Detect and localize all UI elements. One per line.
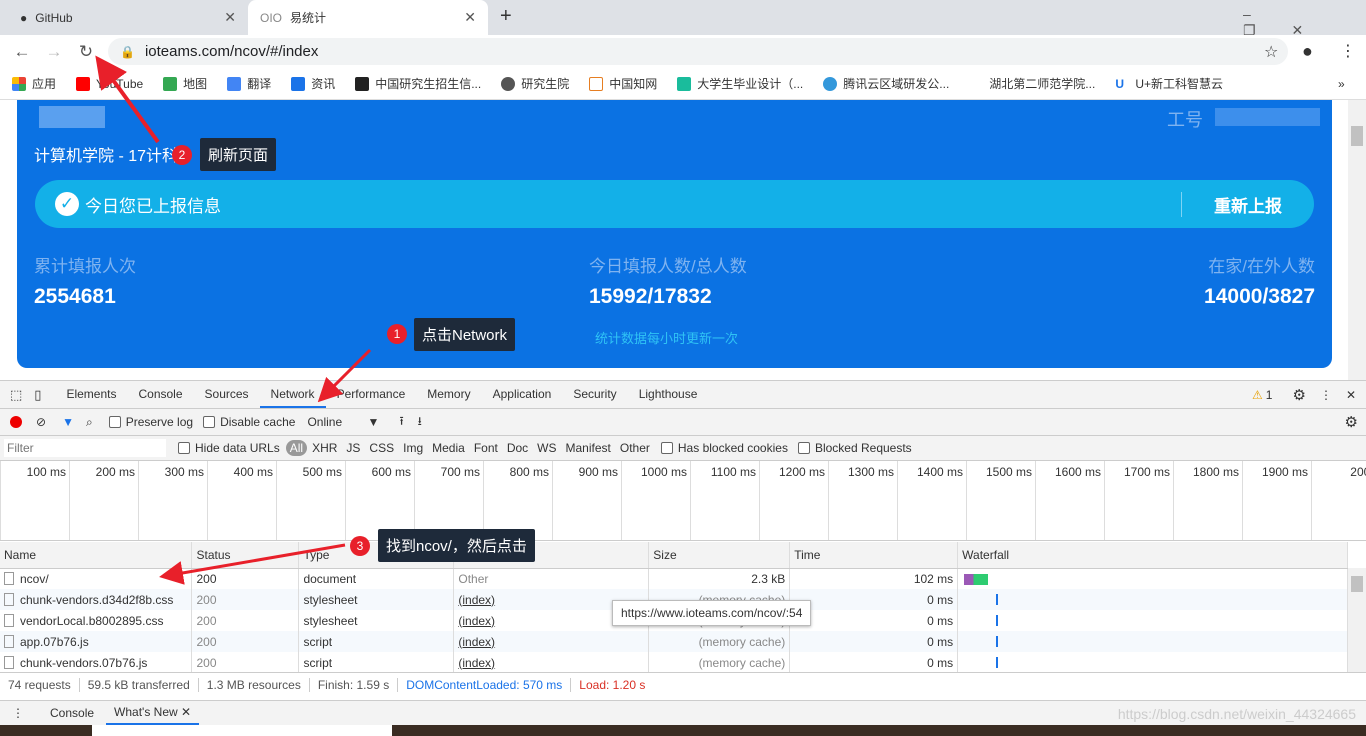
- annotation-callout: 点击Network: [414, 318, 516, 351]
- annotation-arrows: [95, 55, 372, 585]
- annotation-callout: 刷新页面: [200, 138, 277, 171]
- arrow-to-reload: [95, 55, 160, 144]
- annotation-callout: 找到ncov/，然后点击: [378, 529, 535, 562]
- annotation-badge: 2: [172, 145, 192, 165]
- arrow-to-ncov: [159, 543, 346, 585]
- arrow-to-network: [317, 348, 372, 403]
- annotation-badge: 3: [350, 536, 370, 556]
- annotation-badge: 1: [387, 324, 407, 344]
